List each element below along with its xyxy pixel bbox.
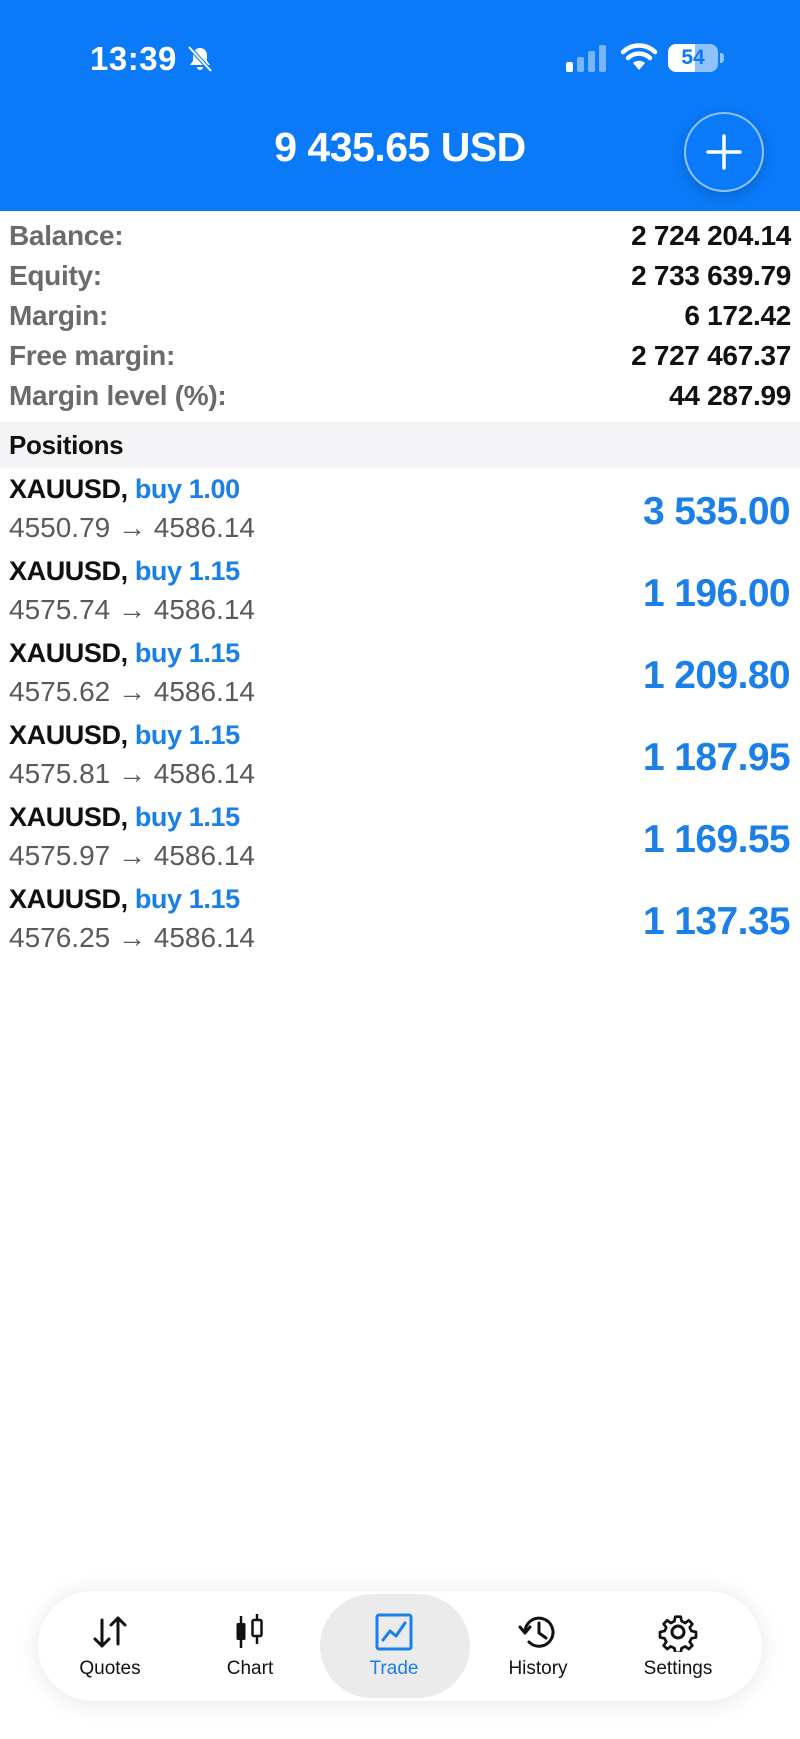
summary-label: Margin level (%): [9,380,227,411]
clock-text: 13:39 [90,40,177,77]
tab-label: Quotes [79,1658,141,1679]
position-row[interactable]: XAUUSD, buy 1.00 4550.79 → 4586.14 3 535… [0,472,800,554]
position-side: buy 1.15 [134,802,240,832]
tab-label: Settings [643,1658,713,1679]
position-side: buy 1.00 [134,474,240,504]
position-profit: 1 209.80 [642,654,791,697]
position-symbol-line: XAUUSD, buy 1.00 [9,474,240,505]
wifi-icon [620,43,658,70]
summary-row-balance: Balance: 2 724 204.14 [0,216,800,256]
summary-label: Free margin: [9,340,175,371]
position-prices: 4550.79 → 4586.14 [9,512,255,543]
position-symbol-line: XAUUSD, buy 1.15 [9,720,240,751]
tab-chart[interactable]: Chart [180,1591,320,1701]
tab-settings[interactable]: Settings [608,1591,748,1701]
position-row[interactable]: XAUUSD, buy 1.15 4575.81 → 4586.14 1 187… [0,718,800,800]
position-symbol: XAUUSD, [9,638,128,668]
position-side: buy 1.15 [134,638,240,668]
position-symbol: XAUUSD, [9,802,128,832]
account-summary: Balance: 2 724 204.14 Equity: 2 733 639.… [0,216,800,416]
bell-muted-icon [187,45,213,73]
battery-percentage: 54 [681,46,705,69]
tab-label: History [508,1658,568,1679]
history-clock-icon [518,1616,555,1648]
tab-trade[interactable]: Trade [320,1591,470,1701]
summary-value: 6 172.42 [684,300,791,331]
position-prices: 4575.62 → 4586.14 [9,676,255,707]
tab-label: Chart [226,1658,274,1679]
position-profit: 1 196.00 [642,572,791,615]
quotes-arrows-icon [93,1616,127,1648]
position-row[interactable]: XAUUSD, buy 1.15 4575.62 → 4586.14 1 209… [0,636,800,718]
summary-value: 44 287.99 [669,380,791,411]
bottom-tab-bar: Quotes Chart Trade History Settings [38,1591,762,1701]
position-side: buy 1.15 [134,884,240,914]
summary-label: Balance: [9,220,124,251]
position-prices: 4575.81 → 4586.14 [9,758,255,789]
summary-label: Equity: [9,260,102,291]
position-symbol-line: XAUUSD, buy 1.15 [9,638,240,669]
position-symbol: XAUUSD, [9,884,128,914]
position-row[interactable]: XAUUSD, buy 1.15 4576.25 → 4586.14 1 137… [0,882,800,964]
position-profit: 1 137.35 [642,900,791,943]
position-symbol-line: XAUUSD, buy 1.15 [9,802,240,833]
summary-value: 2 727 467.37 [631,340,791,371]
tab-quotes[interactable]: Quotes [40,1591,180,1701]
position-side: buy 1.15 [134,556,240,586]
summary-value: 2 733 639.79 [631,260,791,291]
cellular-signal-icon [566,44,606,72]
positions-title: Positions [9,429,124,460]
position-symbol-line: XAUUSD, buy 1.15 [9,556,240,587]
summary-value: 2 724 204.14 [631,220,791,251]
position-row[interactable]: XAUUSD, buy 1.15 4575.97 → 4586.14 1 169… [0,800,800,882]
position-symbol: XAUUSD, [9,474,128,504]
new-order-button[interactable] [684,112,764,192]
tab-label: Trade [369,1658,419,1679]
position-symbol: XAUUSD, [9,556,128,586]
position-symbol: XAUUSD, [9,720,128,750]
position-prices: 4576.25 → 4586.14 [9,922,255,953]
tab-history[interactable]: History [468,1591,608,1701]
battery-icon: 54 [668,44,724,72]
position-profit: 3 535.00 [642,490,791,533]
position-profit: 1 187.95 [642,736,791,779]
app-header: 13:39 54 9 435.65 USD [0,0,800,211]
position-row[interactable]: XAUUSD, buy 1.15 4575.74 → 4586.14 1 196… [0,554,800,636]
summary-row-margin: Margin: 6 172.42 [0,296,800,336]
plus-icon [706,134,742,170]
positions-list: XAUUSD, buy 1.00 4550.79 → 4586.14 3 535… [0,472,800,964]
status-bar-time: 13:39 [90,40,215,78]
positions-section-header: Positions [0,422,800,468]
summary-row-free-margin: Free margin: 2 727 467.37 [0,336,800,376]
gear-icon [658,1615,698,1652]
position-profit: 1 169.55 [642,818,791,861]
summary-label: Margin: [9,300,109,331]
summary-row-equity: Equity: 2 733 639.79 [0,256,800,296]
position-side: buy 1.15 [134,720,240,750]
trade-chart-icon [375,1613,413,1651]
summary-row-margin-level: Margin level (%): 44 287.99 [0,376,800,416]
position-symbol-line: XAUUSD, buy 1.15 [9,884,240,915]
position-prices: 4575.74 → 4586.14 [9,594,255,625]
position-prices: 4575.97 → 4586.14 [9,840,255,871]
candlestick-icon [236,1614,263,1648]
account-profit-title: 9 435.65 USD [274,124,526,170]
